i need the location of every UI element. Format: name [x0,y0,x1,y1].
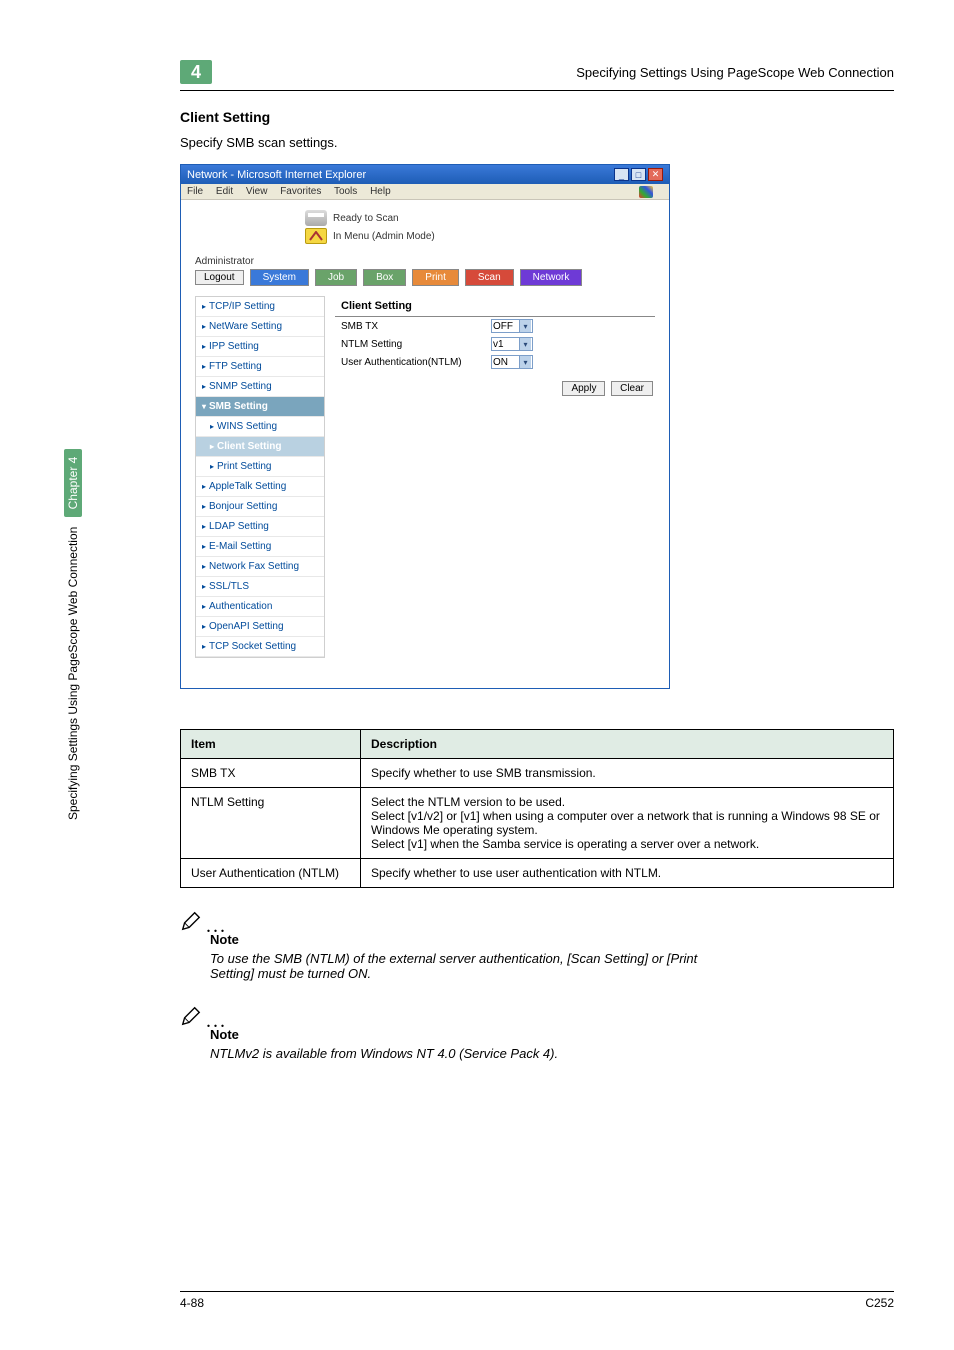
maximize-icon[interactable]: □ [631,168,646,181]
smb-tx-select[interactable]: OFF▾ [491,319,533,333]
table-row: User Authentication (NTLM) Specify wheth… [181,859,894,888]
td-desc: Specify whether to use SMB transmission. [361,759,894,788]
sidebar-subitem[interactable]: Print Setting [196,457,324,477]
sidebar-item[interactable]: Authentication [196,597,324,617]
sidebar-item[interactable]: OpenAPI Setting [196,617,324,637]
tab-scan[interactable]: Scan [465,269,514,286]
chevron-down-icon: ▾ [519,320,531,332]
admin-label: Administrator [195,256,655,267]
status-mode: In Menu (Admin Mode) [333,231,435,242]
th-desc: Description [361,730,894,759]
window-buttons: _ □ ✕ [614,168,663,181]
apply-button[interactable]: Apply [562,381,605,396]
ntlm-select[interactable]: v1▾ [491,337,533,351]
running-title: Specifying Settings Using PageScope Web … [66,527,80,820]
close-icon[interactable]: ✕ [648,168,663,181]
sidebar-item[interactable]: E-Mail Setting [196,537,324,557]
note-body: To use the SMB (NTLM) of the external se… [210,951,710,981]
sidebar-item[interactable]: SNMP Setting [196,377,324,397]
pencil-icon [180,1005,202,1027]
tab-job[interactable]: Job [315,269,357,286]
sidebar-item[interactable]: TCP/IP Setting [196,297,324,317]
running-header: Specifying Settings Using PageScope Web … [66,449,80,820]
description-table: Item Description SMB TX Specify whether … [180,729,894,888]
browser-window: Network - Microsoft Internet Explorer _ … [180,164,670,689]
sidebar-item[interactable]: SSL/TLS [196,577,324,597]
sidebar-item[interactable]: TCP Socket Setting [196,637,324,657]
sidebar-item[interactable]: Bonjour Setting [196,497,324,517]
panel-title: Client Setting [335,296,655,317]
menu-file[interactable]: File [187,186,203,197]
admin-mode-icon [305,228,327,244]
printer-icon [305,210,327,226]
menu-view[interactable]: View [246,186,268,197]
form-label: NTLM Setting [341,339,491,350]
menu-tools[interactable]: Tools [334,186,357,197]
titlebar: Network - Microsoft Internet Explorer _ … [181,165,669,184]
logout-button[interactable]: Logout [195,270,244,285]
sidebar-item[interactable]: IPP Setting [196,337,324,357]
windows-flag-icon [639,186,653,198]
chevron-down-icon: ▾ [519,338,531,350]
page-number: 4-88 [180,1296,204,1310]
tab-system[interactable]: System [250,269,309,286]
main-panel: Client Setting SMB TX OFF▾ NTLM Setting … [335,296,655,658]
sidebar-subitem[interactable]: WINS Setting [196,417,324,437]
model-number: C252 [865,1296,894,1310]
menubar: File Edit View Favorites Tools Help [181,184,669,200]
td-desc: Select the NTLM version to be used. Sele… [361,788,894,859]
td-item: SMB TX [181,759,361,788]
td-item: User Authentication (NTLM) [181,859,361,888]
sidebar: TCP/IP Setting NetWare Setting IPP Setti… [195,296,325,658]
pencil-icon [180,910,202,932]
footer: 4-88 C252 [180,1291,894,1310]
sidebar-subitem-client[interactable]: Client Setting [196,437,324,457]
section-heading: Client Setting [180,109,894,125]
minimize-icon[interactable]: _ [614,168,629,181]
form-label: SMB TX [341,321,491,332]
form-label: User Authentication(NTLM) [341,357,491,368]
sidebar-item-smb[interactable]: SMB Setting [196,397,324,417]
sidebar-item[interactable]: LDAP Setting [196,517,324,537]
sidebar-item[interactable]: Network Fax Setting [196,557,324,577]
note-body: NTLMv2 is available from Windows NT 4.0 … [210,1046,710,1061]
chevron-down-icon: ▾ [519,356,531,368]
tab-box[interactable]: Box [363,269,406,286]
tab-network[interactable]: Network [520,269,583,286]
td-item: NTLM Setting [181,788,361,859]
window-title: Network - Microsoft Internet Explorer [187,169,366,181]
menu-help[interactable]: Help [370,186,391,197]
table-row: NTLM Setting Select the NTLM version to … [181,788,894,859]
clear-button[interactable]: Clear [611,381,653,396]
note-heading: Note [210,932,894,947]
menu-edit[interactable]: Edit [216,186,233,197]
tab-print[interactable]: Print [412,269,459,286]
status-ready: Ready to Scan [333,213,399,224]
user-auth-select[interactable]: ON▾ [491,355,533,369]
section-intro: Specify SMB scan settings. [180,135,894,150]
page-header-title: Specifying Settings Using PageScope Web … [576,65,894,80]
table-row: SMB TX Specify whether to use SMB transm… [181,759,894,788]
sidebar-item[interactable]: AppleTalk Setting [196,477,324,497]
note-heading: Note [210,1027,894,1042]
sidebar-item[interactable]: FTP Setting [196,357,324,377]
sidebar-item[interactable]: NetWare Setting [196,317,324,337]
menu-favorites[interactable]: Favorites [280,186,321,197]
th-item: Item [181,730,361,759]
td-desc: Specify whether to use user authenticati… [361,859,894,888]
running-chapter: Chapter 4 [64,449,82,518]
chapter-badge: 4 [180,60,212,84]
